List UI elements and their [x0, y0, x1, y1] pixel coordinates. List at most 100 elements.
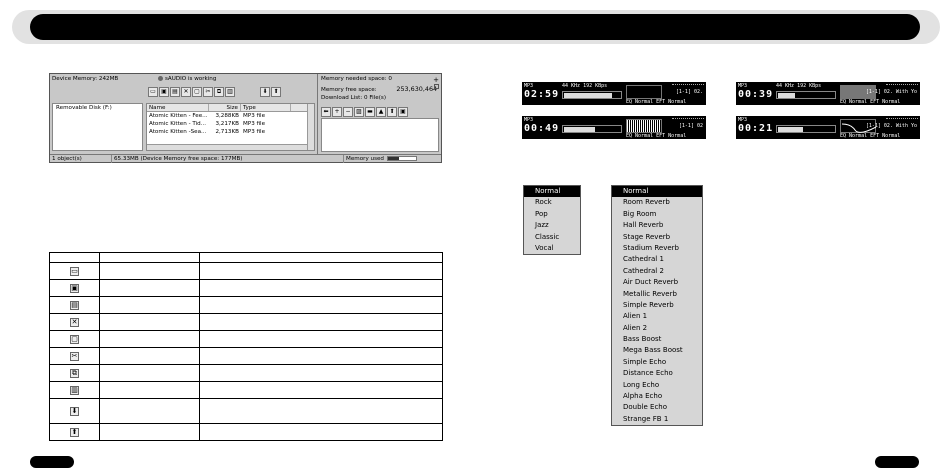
upload-button[interactable]: ⬆	[271, 87, 281, 97]
file-row[interactable]: Atomic Kitten - Tid... 3,217KB MP3 file	[147, 120, 314, 128]
minimize-icon[interactable]	[434, 84, 439, 89]
save-button[interactable]: ▣	[398, 107, 408, 117]
file-button[interactable]: ▤	[170, 87, 180, 97]
table-cell	[199, 347, 443, 365]
eq-menu: Normal Rock Pop Jazz Classic Vocal	[523, 185, 581, 256]
remove-button[interactable]: −	[343, 107, 353, 117]
table-row: ⬆	[49, 423, 443, 441]
file-list[interactable]: Name Size Type Atomic Kitten - Fee... 3,…	[146, 103, 315, 151]
copy-button[interactable]: ⧉	[214, 87, 224, 97]
eq-menu-item[interactable]: Pop	[524, 209, 580, 220]
horizontal-scrollbar[interactable]	[147, 144, 307, 150]
column-name[interactable]: Name	[147, 104, 209, 111]
folder-button[interactable]: ▣	[159, 87, 169, 97]
table-cell: ⧉	[49, 364, 100, 382]
eq-menu-item[interactable]: Rock	[524, 197, 580, 208]
effect-menu-item[interactable]: Distance Echo	[612, 368, 702, 379]
folder-icon: ▣	[70, 283, 79, 293]
table-cell: ▥	[49, 381, 100, 399]
table-cell	[99, 347, 200, 365]
format-button[interactable]: ▢	[192, 87, 202, 97]
seek-bar[interactable]	[886, 118, 918, 119]
table-cell: ⬇	[49, 398, 100, 424]
effect-menu-item[interactable]: Alien 2	[612, 323, 702, 334]
effect-menu-item[interactable]: Air Duct Reverb	[612, 277, 702, 288]
eq-menu-item[interactable]: Classic	[524, 232, 580, 243]
file-row[interactable]: Atomic Kitten -Sea... 2,713KB MP3 file	[147, 128, 314, 136]
effect-menu-item[interactable]: Double Echo	[612, 402, 702, 413]
column-size[interactable]: Size	[209, 104, 241, 111]
table-cell	[199, 398, 443, 424]
device-memory-label: Device Memory: 242MB	[52, 76, 119, 82]
file-row[interactable]: Atomic Kitten - Fee... 3,288KB MP3 file	[147, 112, 314, 120]
eq-menu-item[interactable]: Normal	[524, 186, 580, 198]
file-list-header: Name Size Type	[147, 104, 314, 112]
move-down-button[interactable]: ▬	[365, 107, 375, 117]
back-button[interactable]: ⬅	[321, 107, 331, 117]
add-button[interactable]: +	[332, 107, 342, 117]
effect-menu-item[interactable]: Mega Bass Boost	[612, 345, 702, 356]
effect-menu-item[interactable]: Alien 1	[612, 311, 702, 322]
effect-menu-item[interactable]: Simple Reverb	[612, 300, 702, 311]
file-name: Atomic Kitten -Sea...	[149, 129, 207, 135]
file-size: 3,288KB	[215, 113, 239, 119]
status-memory: Memory used	[344, 155, 441, 163]
eq-effect-label: EQ Normal EFT Normal	[626, 99, 686, 105]
table-cell: ✂	[49, 347, 100, 365]
eq-menu-item[interactable]: Jazz	[524, 220, 580, 231]
copy-icon: ⧉	[70, 368, 79, 378]
effect-menu-item[interactable]: Cathedral 1	[612, 254, 702, 265]
effect-menu-item[interactable]: Simple Echo	[612, 357, 702, 368]
effect-menu-item[interactable]: Hall Reverb	[612, 220, 702, 231]
file-icon: ▤	[70, 300, 79, 310]
table-cell	[99, 296, 200, 314]
effect-menu-item[interactable]: Big Room	[612, 209, 702, 220]
download-button[interactable]: ⬇	[260, 87, 270, 97]
table-cell: ▢	[49, 330, 100, 348]
eq-effect-label: EQ Normal EFT Normal	[840, 99, 900, 105]
level-meter	[776, 91, 836, 99]
clear-button[interactable]: ▨	[354, 107, 364, 117]
column-type[interactable]: Type	[241, 104, 291, 111]
new-folder-button[interactable]: ▭	[148, 87, 158, 97]
delete-button[interactable]: ✕	[181, 87, 191, 97]
effect-menu-item[interactable]: Long Echo	[612, 380, 702, 391]
eq-label: EQ Normal	[626, 133, 654, 139]
vertical-scrollbar[interactable]	[307, 104, 314, 150]
effect-menu-item[interactable]: Stage Reverb	[612, 232, 702, 243]
table-row: ▭	[49, 262, 443, 280]
effect-menu-item[interactable]: Bass Boost	[612, 334, 702, 345]
eq-menu-item[interactable]: Vocal	[524, 243, 580, 254]
table-header-cell	[49, 252, 100, 263]
plus-icon[interactable]: +	[433, 76, 439, 84]
effect-menu-item[interactable]: Strange FB 1	[612, 414, 702, 425]
seek-bar[interactable]	[672, 84, 704, 85]
folder-tree[interactable]: Removable Disk (F:)	[52, 103, 143, 151]
track-label: [1-1] 02	[678, 123, 703, 129]
effect-menu-item[interactable]: Stadium Reverb	[612, 243, 702, 254]
table-cell	[99, 381, 200, 399]
file-type: MP3 file	[243, 113, 266, 119]
header-bar	[30, 14, 920, 40]
download-list[interactable]	[321, 118, 439, 152]
eft-label: EFT Normal	[870, 133, 901, 139]
eq-label: EQ Normal	[626, 99, 654, 105]
file-name: Atomic Kitten - Fee...	[149, 113, 208, 119]
effect-menu-item[interactable]: Cathedral 2	[612, 266, 702, 277]
tree-item-removable-disk[interactable]: Removable Disk (F:)	[56, 105, 112, 111]
seek-bar[interactable]	[672, 118, 704, 119]
cut-button[interactable]: ✂	[203, 87, 213, 97]
effect-menu-item[interactable]: Alpha Echo	[612, 391, 702, 402]
table-cell: ▤	[49, 296, 100, 314]
seek-bar[interactable]	[886, 84, 918, 85]
footer-pill-right	[875, 456, 919, 468]
transfer-button[interactable]: ⬆	[387, 107, 397, 117]
paste-button[interactable]: ▥	[225, 87, 235, 97]
effect-menu-item[interactable]: Room Reverb	[612, 197, 702, 208]
memory-used-fill	[387, 157, 399, 160]
eq-effect-label: EQ Normal EFT Normal	[626, 133, 686, 139]
effect-menu-item[interactable]: Metallic Reverb	[612, 289, 702, 300]
effect-menu-item[interactable]: Normal	[612, 186, 702, 198]
table-cell	[99, 330, 200, 348]
move-up-button[interactable]: ▲	[376, 107, 386, 117]
